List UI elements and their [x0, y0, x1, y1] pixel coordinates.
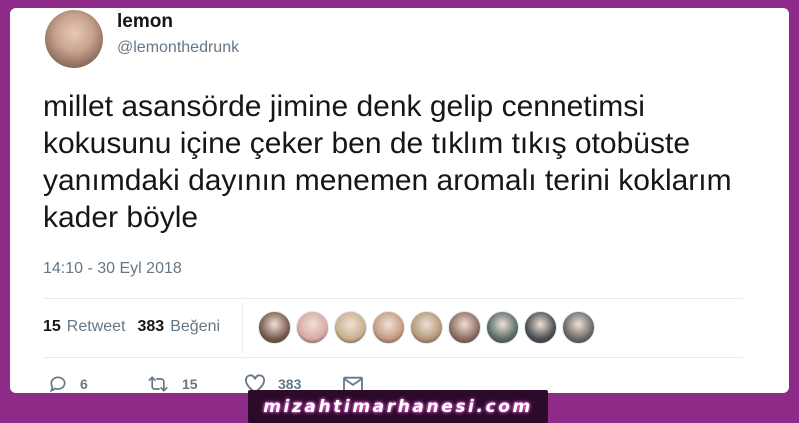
reply-button[interactable]: 6: [48, 374, 146, 393]
liker-avatar[interactable]: [486, 311, 519, 344]
retweet-stat[interactable]: 15 Retweet: [43, 318, 126, 336]
retweet-action-count: 15: [182, 376, 198, 392]
retweet-icon: [148, 376, 168, 392]
divider-bottom: [43, 357, 743, 358]
liker-avatars: [258, 311, 600, 344]
tweet-stats: 15 Retweet 383 Beğeni: [43, 318, 220, 336]
tweet-timestamp[interactable]: 14:10 - 30 Eyl 2018: [43, 260, 182, 278]
user-handle[interactable]: @lemonthedrunk: [117, 39, 239, 57]
like-stat[interactable]: 383 Beğeni: [138, 318, 221, 336]
display-name[interactable]: lemon: [117, 11, 173, 33]
like-stat-count: 383: [137, 318, 165, 335]
watermark: mizahtimarhanesi.com: [248, 390, 548, 423]
like-stat-label: Beğeni: [170, 318, 221, 335]
liker-avatar[interactable]: [562, 311, 595, 344]
tweet-card: lemon @lemonthedrunk millet asansörde ji…: [10, 8, 789, 393]
liker-avatar[interactable]: [524, 311, 557, 344]
liker-avatar[interactable]: [372, 311, 405, 344]
liker-avatar[interactable]: [410, 311, 443, 344]
liker-avatar[interactable]: [258, 311, 291, 344]
divider-top: [43, 298, 743, 299]
reply-icon: [49, 376, 66, 393]
retweet-button[interactable]: 15: [146, 374, 244, 393]
liker-avatar[interactable]: [448, 311, 481, 344]
liker-avatar[interactable]: [334, 311, 367, 344]
reply-count: 6: [80, 376, 88, 392]
stats-separator: [242, 302, 243, 354]
user-avatar[interactable]: [45, 10, 103, 68]
tweet-text: millet asansörde jimine denk gelip cenne…: [43, 90, 732, 234]
retweet-stat-label: Retweet: [66, 318, 126, 335]
retweet-stat-count: 15: [43, 318, 61, 335]
liker-avatar[interactable]: [296, 311, 329, 344]
